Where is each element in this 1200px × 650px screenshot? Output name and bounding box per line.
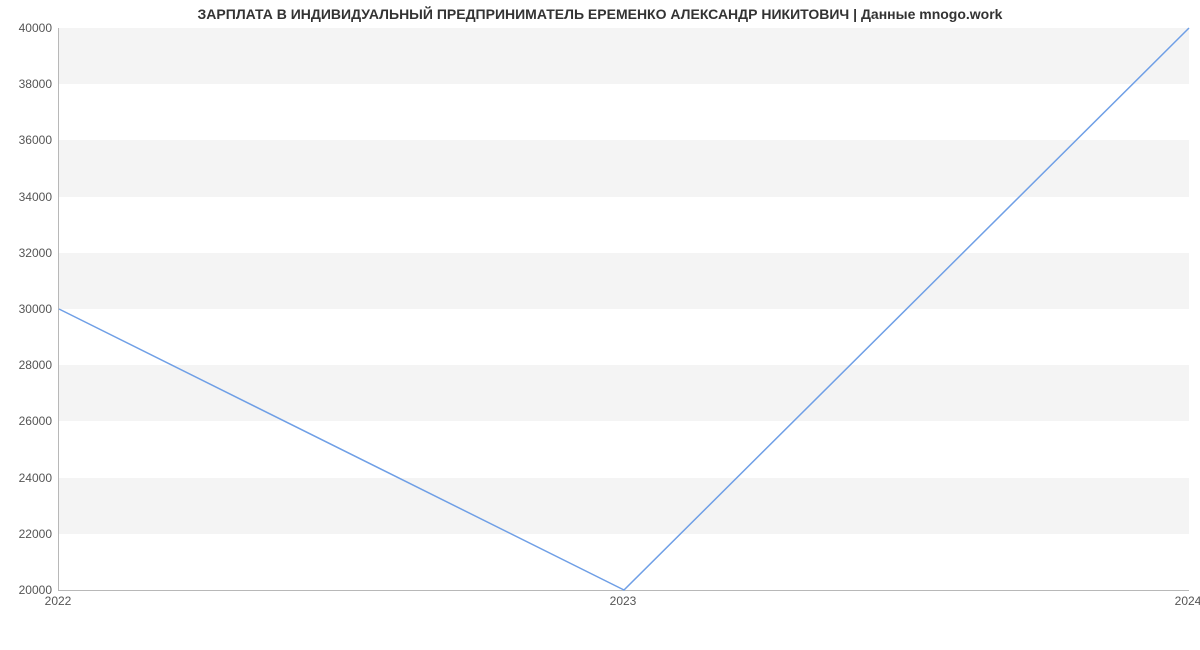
series-line bbox=[59, 28, 1189, 590]
y-tick-label: 24000 bbox=[19, 471, 52, 485]
x-tick-label: 2022 bbox=[45, 594, 72, 608]
plot-area bbox=[58, 28, 1189, 591]
x-tick-label: 2024 bbox=[1175, 594, 1200, 608]
y-tick-label: 40000 bbox=[19, 21, 52, 35]
y-tick-label: 38000 bbox=[19, 77, 52, 91]
y-tick-label: 34000 bbox=[19, 190, 52, 204]
y-tick-label: 26000 bbox=[19, 414, 52, 428]
y-tick-label: 30000 bbox=[19, 302, 52, 316]
x-tick-label: 2023 bbox=[610, 594, 637, 608]
y-tick-label: 36000 bbox=[19, 133, 52, 147]
y-tick-label: 28000 bbox=[19, 358, 52, 372]
y-tick-label: 22000 bbox=[19, 527, 52, 541]
y-tick-label: 32000 bbox=[19, 246, 52, 260]
chart-title: ЗАРПЛАТА В ИНДИВИДУАЛЬНЫЙ ПРЕДПРИНИМАТЕЛ… bbox=[0, 6, 1200, 22]
